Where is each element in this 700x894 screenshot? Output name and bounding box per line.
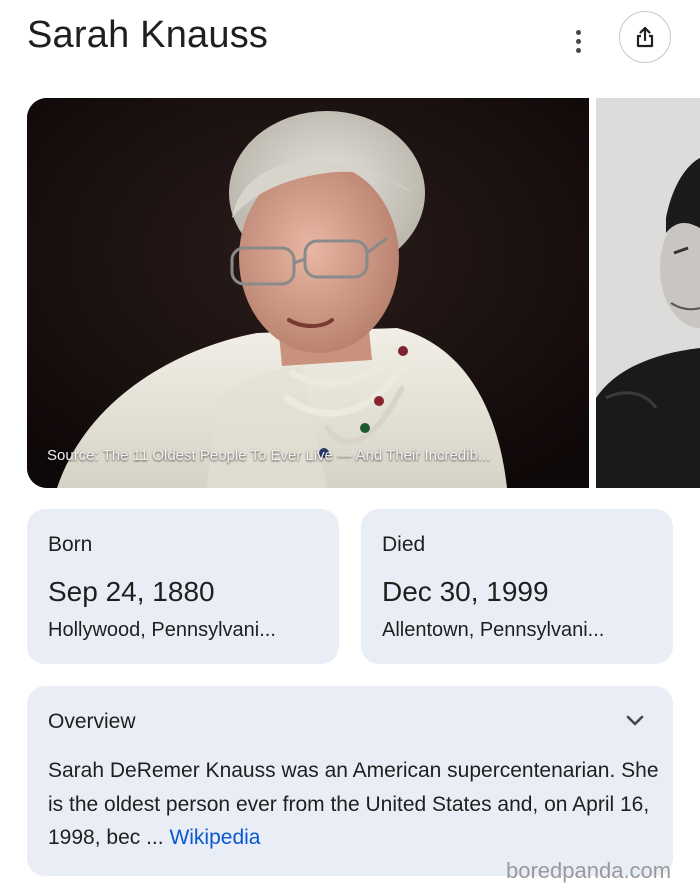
- share-icon: [636, 26, 654, 48]
- entity-title: Sarah Knauss: [27, 14, 269, 56]
- born-label: Born: [48, 533, 93, 556]
- died-label: Died: [382, 533, 426, 556]
- more-options-button[interactable]: [566, 24, 590, 58]
- watermark: boredpanda.com: [506, 858, 672, 883]
- wikipedia-link[interactable]: Wikipedia: [169, 826, 260, 849]
- overview-ellipsis: ...: [140, 826, 170, 849]
- knowledge-panel: Sarah Knauss Source: The 11 Oldest Peopl…: [0, 0, 700, 894]
- main-photo-image: [27, 98, 589, 488]
- second-photo[interactable]: [596, 98, 700, 488]
- overview-label: Overview: [48, 710, 136, 733]
- main-photo[interactable]: Source: The 11 Oldest People To Ever Liv…: [27, 98, 589, 488]
- second-photo-image: [596, 98, 700, 488]
- died-place[interactable]: Allentown, Pennsylvani...: [382, 619, 604, 642]
- chevron-down-icon[interactable]: [623, 708, 647, 732]
- share-button[interactable]: [619, 11, 671, 63]
- panel-header: Sarah Knauss: [0, 0, 700, 80]
- more-vert-icon-dot: [575, 47, 581, 53]
- image-source-caption[interactable]: Source: The 11 Oldest People To Ever Liv…: [47, 447, 490, 464]
- born-place[interactable]: Hollywood, Pennsylvani...: [48, 619, 276, 642]
- image-carousel[interactable]: Source: The 11 Oldest People To Ever Liv…: [0, 98, 700, 488]
- died-card[interactable]: Died Dec 30, 1999 Allentown, Pennsylvani…: [361, 509, 673, 664]
- overview-card[interactable]: Overview Sarah DeRemer Knauss was an Ame…: [27, 686, 673, 876]
- more-vert-icon: [575, 29, 581, 35]
- born-date: Sep 24, 1880: [48, 576, 215, 607]
- more-vert-icon-dot: [575, 38, 581, 44]
- died-date: Dec 30, 1999: [382, 576, 549, 607]
- born-card[interactable]: Born Sep 24, 1880 Hollywood, Pennsylvani…: [27, 509, 339, 664]
- overview-description: Sarah DeRemer Knauss was an American sup…: [48, 754, 660, 855]
